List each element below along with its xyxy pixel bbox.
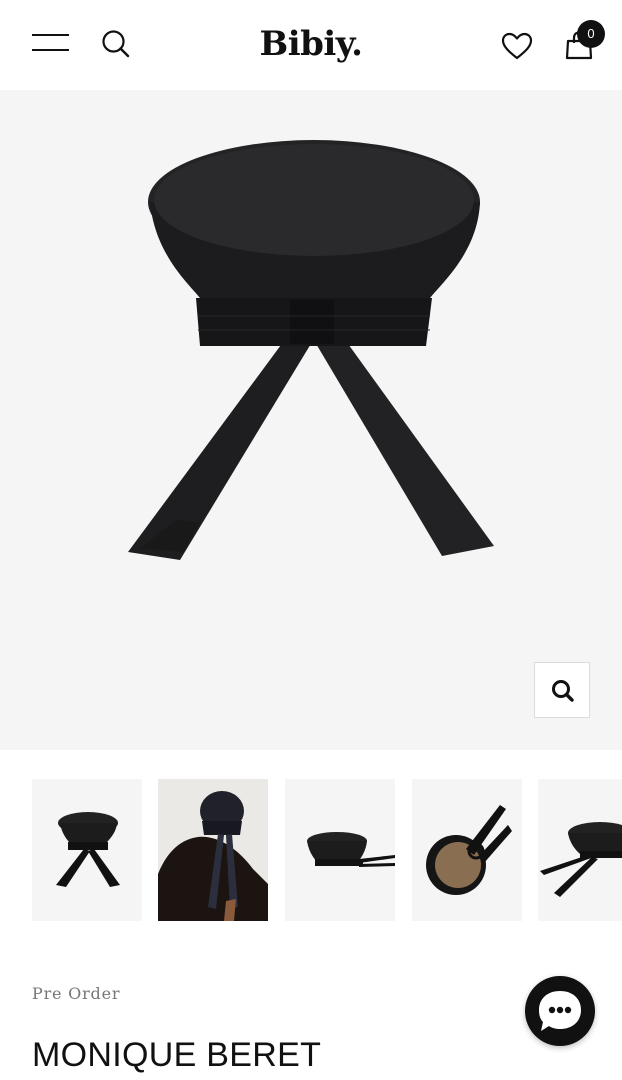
product-title: MONIQUE BERET — [32, 1036, 322, 1074]
beret-image — [128, 140, 494, 560]
top-header: Bibiy. 0 — [0, 0, 622, 90]
thumbnail-beret-inside[interactable] — [412, 779, 522, 921]
thumbnail-beret-side[interactable] — [285, 779, 395, 921]
thumbnail-beret-front[interactable] — [32, 779, 142, 921]
thumbnail-strip[interactable] — [32, 779, 622, 921]
thumbnail-beret-worn-back[interactable] — [158, 779, 268, 921]
chat-bubble-icon — [539, 991, 581, 1031]
preorder-label: Pre Order — [32, 984, 121, 1003]
zoom-button[interactable] — [534, 662, 590, 718]
chat-button[interactable] — [525, 976, 595, 1046]
cart-count-badge[interactable]: 0 — [577, 20, 605, 48]
product-main-image[interactable] — [0, 90, 622, 750]
thumbnail-beret-angle[interactable] — [538, 779, 622, 921]
brand-logo-text: Bibiy. — [259, 24, 363, 64]
heart-icon[interactable] — [500, 31, 534, 61]
magnifier-icon — [552, 680, 574, 702]
